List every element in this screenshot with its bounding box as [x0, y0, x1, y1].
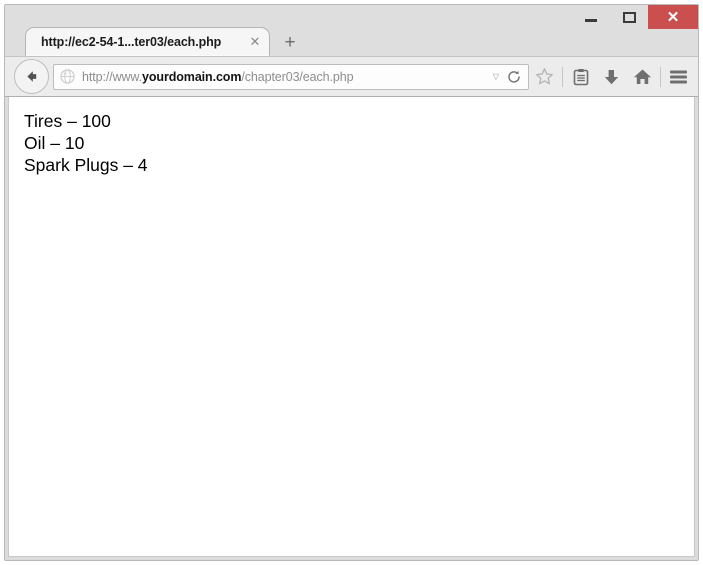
back-arrow-icon — [27, 71, 37, 82]
navigation-toolbar: http://www.yourdomain.com/chapter03/each… — [5, 56, 698, 97]
toolbar-separator — [660, 66, 661, 87]
url-path: /chapter03/each.php — [241, 69, 354, 84]
tab-strip: http://ec2-54-1...ter03/each.php ✕ + — [5, 26, 698, 56]
home-button[interactable] — [627, 60, 658, 93]
title-bar: ✕ http://ec2-54-1...ter03/each.php ✕ + — [5, 5, 698, 56]
page-text-line: Spark Plugs – 4 — [24, 155, 148, 175]
downloads-arrow-icon — [604, 69, 619, 84]
reader-list-icon — [573, 68, 588, 85]
minimize-icon — [585, 18, 597, 22]
hamburger-menu-button[interactable] — [663, 60, 694, 93]
address-bar[interactable]: http://www.yourdomain.com/chapter03/each… — [53, 63, 529, 90]
tab-close-icon[interactable]: ✕ — [247, 34, 263, 50]
page-text-line: Oil – 10 — [24, 133, 85, 153]
reload-button[interactable] — [504, 70, 524, 84]
maximize-icon — [622, 11, 636, 23]
hamburger-menu-icon — [670, 70, 687, 83]
page-text-line: Tires – 100 — [24, 111, 111, 131]
reload-icon — [508, 70, 520, 83]
new-tab-button[interactable]: + — [277, 29, 303, 55]
toolbar-icon-group — [529, 60, 694, 93]
close-icon: ✕ — [666, 8, 680, 26]
downloads-button[interactable] — [596, 60, 627, 93]
url-dropdown-icon[interactable]: ▽ — [488, 72, 504, 81]
url-scheme: http://www. — [82, 69, 143, 84]
reader-list-button[interactable] — [565, 60, 596, 93]
toolbar-separator — [562, 66, 563, 87]
bookmark-star-button[interactable] — [529, 60, 560, 93]
bookmark-star-icon — [536, 68, 553, 85]
tab-title: http://ec2-54-1...ter03/each.php — [41, 35, 222, 49]
url-host: yourdomain.com — [142, 69, 242, 84]
browser-window: ✕ http://ec2-54-1...ter03/each.php ✕ + h… — [4, 4, 699, 561]
home-icon — [634, 69, 651, 84]
globe-favicon-icon — [60, 69, 75, 84]
browser-tab[interactable]: http://ec2-54-1...ter03/each.php ✕ — [25, 27, 270, 56]
page-content: Tires – 100 Oil – 10 Spark Plugs – 4 — [8, 97, 695, 557]
back-button[interactable] — [14, 59, 49, 94]
url-text: http://www.yourdomain.com/chapter03/each… — [82, 70, 488, 84]
